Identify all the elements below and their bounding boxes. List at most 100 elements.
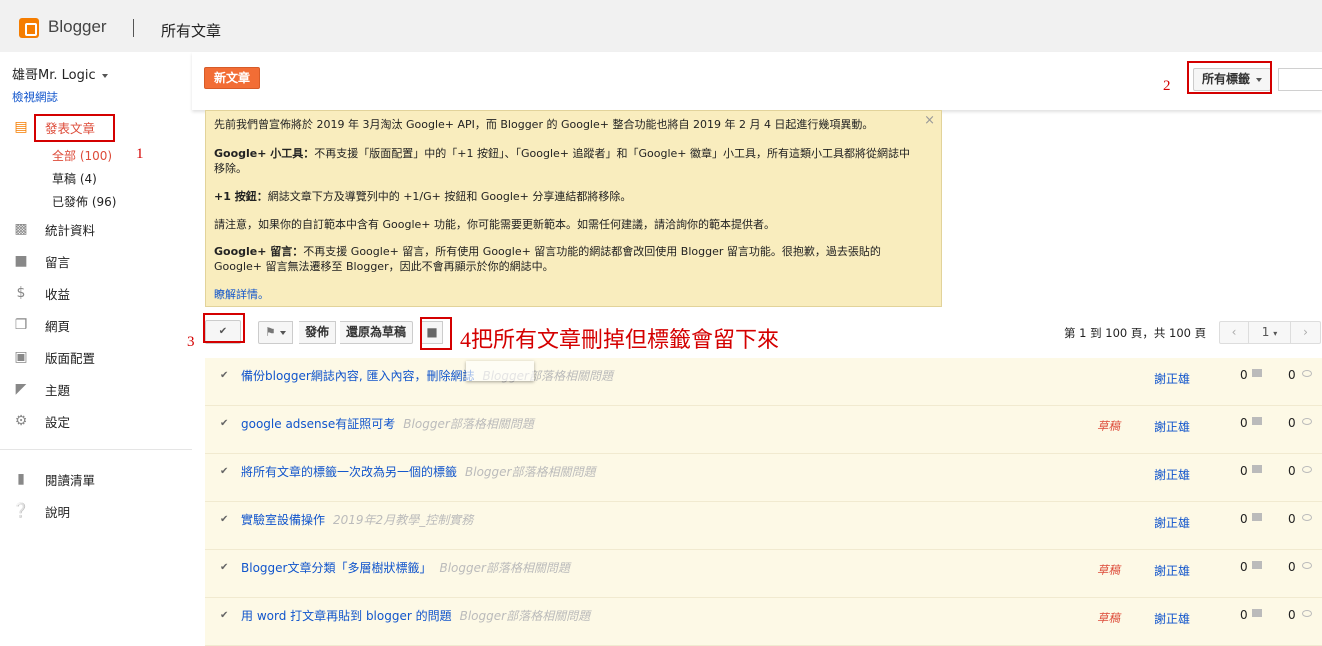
annotation-box-posts <box>34 114 115 142</box>
stats-icon: ▩ <box>14 221 28 237</box>
layout-icon: ▣ <box>14 349 28 365</box>
comment-count: 0 <box>1240 416 1248 430</box>
comment-icon <box>1252 417 1262 425</box>
post-title[interactable]: 將所有文章的標籤一次改為另一個的標籤 Blogger部落格相關問題 <box>241 463 595 480</box>
sidebar-item-layout[interactable]: ▣ 版面配置 <box>12 346 192 368</box>
table-row[interactable]: ✔ 實驗室設備操作 2019年2月教學_控制實務 謝正雄 0 0 <box>205 502 1322 550</box>
comment-icon <box>1252 561 1262 569</box>
sidebar-item-earnings[interactable]: $ 收益 <box>12 282 192 304</box>
row-checkbox[interactable]: ✔ <box>220 466 228 477</box>
post-label[interactable]: Blogger部落格相關問題 <box>439 561 569 575</box>
comments-icon: ■ <box>14 253 28 269</box>
sidebar-item-label: 統計資料 <box>45 222 96 238</box>
notice-paragraph: 先前我們曾宣佈將於 2019 年 3月淘汰 Google+ API，而 Blog… <box>214 118 874 131</box>
revert-to-draft-button[interactable]: 還原為草稿 <box>340 321 414 344</box>
blogger-logo-icon[interactable] <box>19 18 39 38</box>
row-checkbox[interactable]: ✔ <box>220 514 228 525</box>
post-label[interactable]: Blogger部落格相關問題 <box>460 609 590 623</box>
sidebar-item-label: 收益 <box>45 286 71 302</box>
notice-paragraph: Google+ 小工具：不再支援「版面配置」中的「+1 按鈕」、「Google+… <box>214 147 911 175</box>
learn-more-link[interactable]: 瞭解詳情。 <box>214 287 914 302</box>
annotation-box-labels <box>1187 61 1272 94</box>
eye-icon <box>1302 514 1312 521</box>
blog-selector[interactable]: 雄哥Mr. Logic <box>12 64 108 83</box>
post-author[interactable]: 謝正雄 <box>1154 610 1190 627</box>
sidebar-item-label: 說明 <box>45 504 71 520</box>
table-row[interactable]: ✔ Blogger文章分類「多層樹狀標籤」 Blogger部落格相關問題 草稿 謝… <box>205 550 1322 598</box>
view-count: 0 <box>1288 560 1296 574</box>
sidebar-item-theme[interactable]: ◤ 主題 <box>12 378 192 400</box>
table-row[interactable]: ✔ google adsense有証照可考 Blogger部落格相關問題 草稿 謝… <box>205 406 1322 454</box>
comment-count: 0 <box>1240 368 1248 382</box>
new-post-button[interactable]: 新文章 <box>204 67 261 89</box>
sidebar-divider <box>0 449 192 450</box>
brand-name[interactable]: Blogger <box>48 17 107 37</box>
publish-button[interactable]: 發佈 <box>299 321 337 344</box>
annotation-box-delete <box>420 317 452 350</box>
prev-page-button[interactable]: ‹ <box>1219 321 1249 344</box>
view-count: 0 <box>1288 368 1296 382</box>
page-select[interactable]: 1 ▾ <box>1249 321 1291 344</box>
sidebar-item-label: 留言 <box>45 254 71 270</box>
sidebar-item-stats[interactable]: ▩ 統計資料 <box>12 218 192 240</box>
sidebar-sub-all[interactable]: 全部 (100) <box>52 147 112 164</box>
row-checkbox[interactable]: ✔ <box>220 370 228 381</box>
post-author[interactable]: 謝正雄 <box>1154 562 1190 579</box>
comment-icon <box>1252 465 1262 473</box>
header-divider <box>133 19 134 37</box>
post-label[interactable]: 2019年2月教學_控制實務 <box>333 513 473 527</box>
row-checkbox[interactable]: ✔ <box>220 418 228 429</box>
sidebar-item-pages[interactable]: ❐ 網頁 <box>12 314 192 336</box>
post-author[interactable]: 謝正雄 <box>1154 514 1190 531</box>
pages-icon: ❐ <box>14 317 28 333</box>
theme-icon: ◤ <box>15 381 27 397</box>
post-label[interactable]: Blogger部落格相關問題 <box>465 465 595 479</box>
close-icon[interactable]: × <box>924 113 935 128</box>
search-input[interactable] <box>1278 68 1322 91</box>
sidebar-sub-published[interactable]: 已發佈 (96) <box>52 193 116 210</box>
annotation-text: 4把所有文章刪掉但標籤會留下來 <box>460 327 780 352</box>
sidebar-item-help[interactable]: ❔ 說明 <box>12 500 192 522</box>
tooltip <box>466 361 534 381</box>
bookmark-icon: ▮ <box>17 471 25 487</box>
sidebar-item-label: 網頁 <box>45 318 71 334</box>
notice-paragraph: Google+ 留言：不再支援 Google+ 留言，所有使用 Google+ … <box>214 245 881 273</box>
table-row[interactable]: ✔ 用 word 打文章再貼到 blogger 的問題 Blogger部落格相關問… <box>205 598 1322 646</box>
view-count: 0 <box>1288 464 1296 478</box>
post-title[interactable]: google adsense有証照可考 Blogger部落格相關問題 <box>241 415 534 432</box>
table-row[interactable]: ✔ 將所有文章的標籤一次改為另一個的標籤 Blogger部落格相關問題 謝正雄 0… <box>205 454 1322 502</box>
table-row[interactable]: ✔ 備份blogger網誌內容, 匯入內容，刪除網誌 Blogger部落格相關問題… <box>205 358 1322 406</box>
chevron-down-icon <box>279 330 286 335</box>
post-author[interactable]: 謝正雄 <box>1154 370 1190 387</box>
post-title[interactable]: 實驗室設備操作 2019年2月教學_控制實務 <box>241 511 473 528</box>
help-icon: ❔ <box>12 503 30 519</box>
google-plus-notice: × 先前我們曾宣佈將於 2019 年 3月淘汰 Google+ API，而 Bl… <box>205 110 942 307</box>
post-title[interactable]: 備份blogger網誌內容, 匯入內容，刪除網誌 Blogger部落格相關問題 <box>241 367 613 384</box>
annotation-box-select-all <box>203 313 245 343</box>
label-menu-button[interactable]: ⚑ <box>258 321 293 344</box>
comment-icon <box>1252 609 1262 617</box>
view-blog-link[interactable]: 檢視網誌 <box>12 89 58 105</box>
page-title: 所有文章 <box>161 22 222 40</box>
sidebar-item-reading-list[interactable]: ▮ 閱讀清單 <box>12 468 192 490</box>
post-label[interactable]: Blogger部落格相關問題 <box>403 417 533 431</box>
row-checkbox[interactable]: ✔ <box>220 610 228 621</box>
eye-icon <box>1302 562 1312 569</box>
post-title[interactable]: 用 word 打文章再貼到 blogger 的問題 Blogger部落格相關問題 <box>241 607 590 624</box>
sidebar-item-comments[interactable]: ■ 留言 <box>12 250 192 272</box>
sidebar-sub-drafts[interactable]: 草稿 (4) <box>52 170 97 187</box>
post-author[interactable]: 謝正雄 <box>1154 466 1190 483</box>
view-count: 0 <box>1288 608 1296 622</box>
next-page-button[interactable]: › <box>1291 321 1321 344</box>
eye-icon <box>1302 466 1312 473</box>
tag-icon: ⚑ <box>265 325 276 339</box>
annotation-number: 1 <box>136 146 144 162</box>
posts-icon: ▤ <box>14 119 28 135</box>
row-checkbox[interactable]: ✔ <box>220 562 228 573</box>
comment-count: 0 <box>1240 512 1248 526</box>
view-count: 0 <box>1288 416 1296 430</box>
post-title[interactable]: Blogger文章分類「多層樹狀標籤」 Blogger部落格相關問題 <box>241 559 570 576</box>
post-author[interactable]: 謝正雄 <box>1154 418 1190 435</box>
sidebar-item-settings[interactable]: ⚙ 設定 <box>12 410 192 432</box>
notice-paragraph: 請注意，如果你的自訂範本中含有 Google+ 功能，你可能需要更新範本。如需任… <box>214 218 775 231</box>
